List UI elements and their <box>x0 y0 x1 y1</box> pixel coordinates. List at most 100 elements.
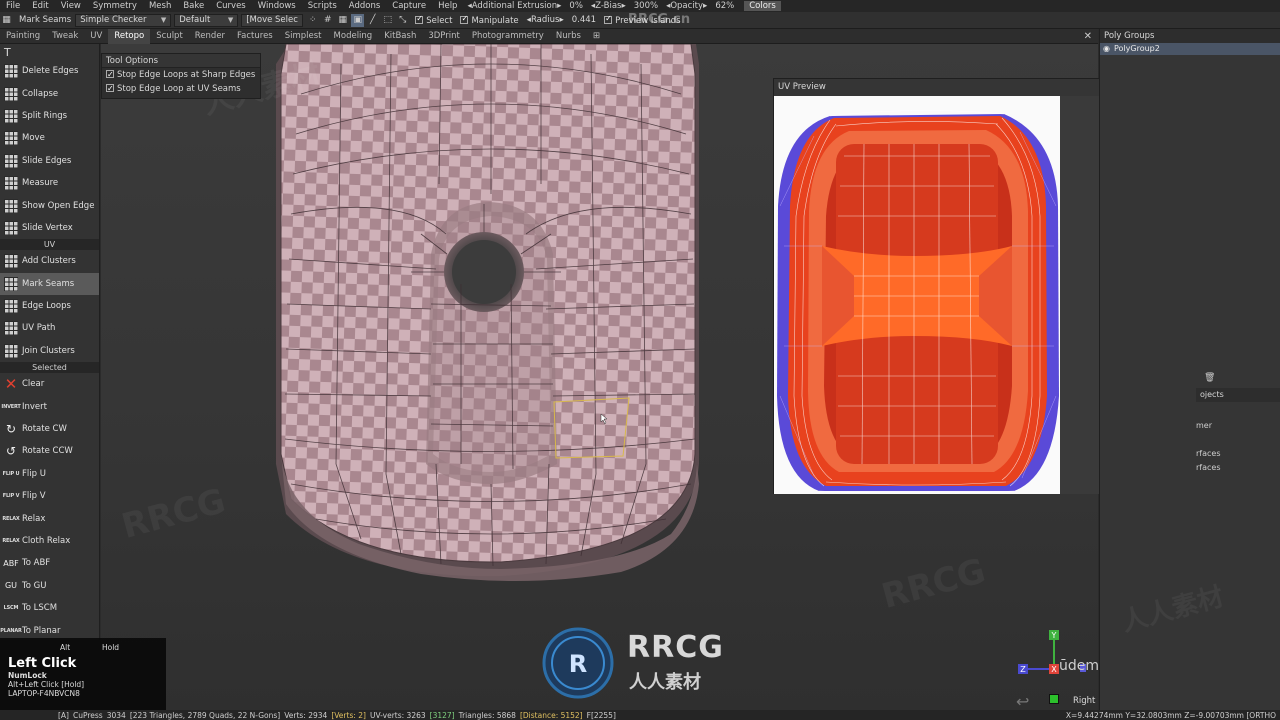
tab-simplest[interactable]: Simplest <box>279 29 328 44</box>
tool-collapse[interactable]: Collapse <box>0 82 99 104</box>
tab-modeling[interactable]: Modeling <box>328 29 379 44</box>
additional-extrusion-slider[interactable]: ◂Additional Extrusion▸ <box>463 1 565 11</box>
additional-extrusion-value[interactable]: 0% <box>565 1 587 11</box>
tab-kitbash[interactable]: KitBash <box>378 29 422 44</box>
menu-bar: File Edit View Symmetry Mesh Bake Curves… <box>0 0 1280 12</box>
tool-flip-v[interactable]: FLIP V Flip V <box>0 485 99 507</box>
tool-invert[interactable]: INVERT Invert <box>0 395 99 417</box>
tab-retopo[interactable]: Retopo <box>108 28 151 44</box>
radius-slider[interactable]: ◂Radius▸ <box>523 15 568 25</box>
polygroup-item[interactable]: ◉ PolyGroup2 <box>1100 43 1280 55</box>
tool-slide-edges[interactable]: Slide Edges <box>0 150 99 172</box>
panel-header: T <box>0 44 99 60</box>
polygroup-name: PolyGroup2 <box>1114 44 1160 53</box>
close-icon[interactable]: ✕ <box>1084 31 1092 42</box>
zbias-slider[interactable]: ◂Z-Bias▸ <box>587 1 630 11</box>
stop-edge-loop-uv-checkbox[interactable]: Stop Edge Loop at UV Seams <box>102 82 260 96</box>
tool-split-rings[interactable]: Split Rings <box>0 105 99 127</box>
menu-bake[interactable]: Bake <box>177 1 210 11</box>
material-dropdown[interactable]: Simple Checker ▼ <box>75 13 172 27</box>
tool-label: Flip V <box>22 491 46 502</box>
manipulate-label: Manipulate <box>471 15 519 26</box>
opacity-slider[interactable]: ◂Opacity▸ <box>662 1 711 11</box>
tab-tweak[interactable]: Tweak <box>46 29 84 44</box>
lasso-icon[interactable]: ⬚ <box>381 14 394 27</box>
menu-edit[interactable]: Edit <box>26 1 54 11</box>
tab-painting[interactable]: Painting <box>0 29 46 44</box>
zbias-value[interactable]: 300% <box>630 1 662 11</box>
object-row[interactable]: mer <box>1196 421 1212 430</box>
tool-to-gu[interactable]: GU To GU <box>0 575 99 597</box>
tool-join-clusters[interactable]: Join Clusters <box>0 340 99 362</box>
tab-nurbs[interactable]: Nurbs <box>550 29 587 44</box>
rrcg-logo: R RRCG 人人素材 <box>541 626 741 700</box>
move-select-value: [Move Selec <box>246 15 298 25</box>
tool-flip-u[interactable]: FLIP U Flip U <box>0 463 99 485</box>
status-uv-verts: UV-verts: 3263 <box>369 710 426 720</box>
tool-measure[interactable]: Measure <box>0 172 99 194</box>
tool-relax[interactable]: RELAX Relax <box>0 507 99 529</box>
green-square-icon[interactable] <box>1049 694 1059 704</box>
menu-capture[interactable]: Capture <box>386 1 432 11</box>
text-tool-icon[interactable]: T <box>4 46 11 59</box>
tab-render[interactable]: Render <box>189 29 231 44</box>
manipulate-checkbox[interactable]: Manipulate <box>456 14 522 26</box>
tab-sculpt[interactable]: Sculpt <box>150 29 189 44</box>
object-row[interactable]: rfaces <box>1196 463 1221 472</box>
colors-button[interactable]: Colors <box>744 1 781 11</box>
tool-slide-vertex[interactable]: Slide Vertex <box>0 217 99 239</box>
status-verts: Verts: 2934 <box>284 710 328 720</box>
tool-edge-loops[interactable]: Edge Loops <box>0 295 99 317</box>
tool-move[interactable]: Move <box>0 127 99 149</box>
menu-file[interactable]: File <box>0 1 26 11</box>
mesh-select-icon[interactable]: ▦ <box>336 14 349 27</box>
move-select-dropdown[interactable]: [Move Selec <box>241 13 304 27</box>
menu-help[interactable]: Help <box>432 1 463 11</box>
tab-factures[interactable]: Factures <box>231 29 279 44</box>
object-row[interactable]: rfaces <box>1196 449 1221 458</box>
tab-photogrammetry[interactable]: Photogrammetry <box>466 29 550 44</box>
radius-value[interactable]: 0.441 <box>568 15 600 25</box>
pick-icon[interactable]: ⤡ <box>396 14 409 27</box>
points-icon[interactable]: ⁘ <box>306 14 319 27</box>
svg-text:R: R <box>569 650 587 678</box>
tool-rotate-ccw[interactable]: ↺ Rotate CCW <box>0 440 99 462</box>
eye-icon[interactable]: ◉ <box>1103 43 1110 55</box>
manipulate-check-icon <box>460 14 469 24</box>
tool-rotate-cw[interactable]: ↻ Rotate CW <box>0 418 99 440</box>
tool-label: Slide Edges <box>22 155 72 166</box>
tool-to-lscm[interactable]: LSCM To LSCM <box>0 597 99 619</box>
to-abf-icon: ABF <box>3 558 19 568</box>
grid-select-icon[interactable]: # <box>321 14 334 27</box>
add-tab-icon[interactable]: ⊞ <box>587 29 606 44</box>
menu-symmetry[interactable]: Symmetry <box>87 1 143 11</box>
tab-uv[interactable]: UV <box>84 29 108 44</box>
menu-curves[interactable]: Curves <box>210 1 252 11</box>
tool-to-abf[interactable]: ABF To ABF <box>0 552 99 574</box>
select-checkbox[interactable]: Select <box>411 14 456 26</box>
tool-group-selected: ✕ Clear INVERT Invert ↻ Rotate CW ↺ Rotate CCW F… <box>0 373 99 642</box>
brush-icon[interactable]: ╱ <box>366 14 379 27</box>
stop-edge-loops-sharp-checkbox[interactable]: Stop Edge Loops at Sharp Edges <box>102 68 260 82</box>
tool-add-clusters[interactable]: Add Clusters <box>0 250 99 272</box>
menu-scripts[interactable]: Scripts <box>302 1 343 11</box>
menu-view[interactable]: View <box>55 1 87 11</box>
trash-icon[interactable]: 🗑 <box>1204 373 1215 383</box>
tool-options-title: Tool Options <box>102 54 260 68</box>
rect-select-icon[interactable]: ▣ <box>351 13 365 27</box>
tool-cloth-relax[interactable]: RELAX Cloth Relax <box>0 530 99 552</box>
grid-icon <box>3 175 19 191</box>
tool-mark-seams[interactable]: Mark Seams <box>0 272 99 295</box>
menu-addons[interactable]: Addons <box>343 1 386 11</box>
menu-windows[interactable]: Windows <box>252 1 302 11</box>
tab-3dprint[interactable]: 3DPrint <box>422 29 466 44</box>
opacity-value[interactable]: 62% <box>711 1 738 11</box>
tool-label: Join Clusters <box>22 345 75 356</box>
tool-show-open-edge[interactable]: Show Open Edge <box>0 194 99 216</box>
tool-clear[interactable]: ✕ Clear <box>0 373 99 395</box>
shader-dropdown[interactable]: Default ▼ <box>174 13 239 27</box>
tool-delete-edges[interactable]: Delete Edges <box>0 60 99 82</box>
menu-mesh[interactable]: Mesh <box>143 1 177 11</box>
redo-arrow-icon[interactable]: ↩ <box>1016 692 1029 710</box>
tool-uv-path[interactable]: UV Path <box>0 317 99 339</box>
